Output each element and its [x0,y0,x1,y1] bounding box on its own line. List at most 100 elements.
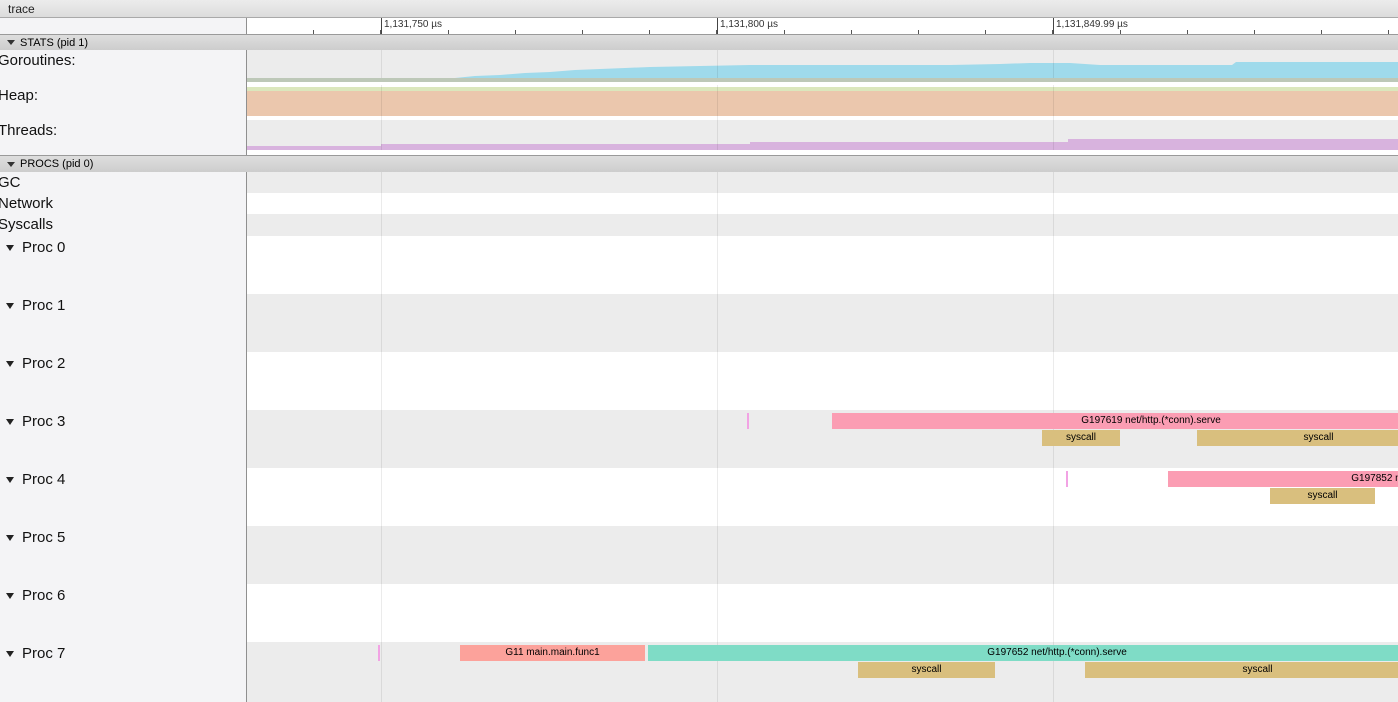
span-bar[interactable]: syscall [1270,488,1375,504]
section-header-procs[interactable]: PROCS (pid 0) [0,155,1398,172]
gridline [381,85,382,120]
ruler-tick-label: 1,131,750 µs [384,19,442,30]
gridline [1053,120,1054,150]
track-row-label-syscalls: Syscalls [0,214,246,236]
gridline [717,526,718,584]
collapse-triangle-icon[interactable] [6,303,14,309]
span-bar[interactable]: syscall [1085,662,1398,678]
collapse-triangle-icon[interactable] [6,245,14,251]
threads-step [1068,139,1398,150]
track-area-proc2[interactable] [246,352,1398,410]
track-row-label-proc4[interactable]: Proc 4 [0,468,246,526]
gridline [381,120,382,150]
track-area-syscalls[interactable] [246,214,1398,236]
track-row-label-proc6[interactable]: Proc 6 [0,584,246,642]
gridline [717,193,718,214]
span-bar[interactable]: syscall [858,662,995,678]
gridline [381,642,382,702]
span-bar[interactable]: syscall [1197,430,1398,446]
collapse-triangle-icon[interactable] [7,162,15,167]
track-label-text: GC [0,174,21,191]
gridline [1053,352,1054,410]
track-row-label-proc7[interactable]: Proc 7 [0,642,246,702]
track-label-text: Network [0,195,53,212]
track-row-label-proc3[interactable]: Proc 3 [0,410,246,468]
span-label: syscall [1303,430,1333,446]
track-label-text: Proc 7 [22,645,65,662]
gridline [1053,50,1054,78]
track-area-proc7[interactable]: G11 main.main.func1 G197652 net/http.(*co… [246,642,1398,702]
ruler-tick-label: 1,131,800 µs [720,19,778,30]
collapse-triangle-icon[interactable] [6,477,14,483]
gridline [381,50,382,78]
track-area-proc6[interactable] [246,584,1398,642]
track-row-label-gc: GC [0,172,246,193]
stat-row-label-threads: Threads: [0,120,246,155]
gridline [1053,526,1054,584]
gridline [1053,468,1054,526]
gridline [717,584,718,642]
track-area-gc[interactable] [246,172,1398,193]
ruler-major-tick [717,18,718,34]
gridline [381,410,382,468]
collapse-triangle-icon[interactable] [7,40,15,45]
track-label-text: Proc 4 [22,471,65,488]
track-area-proc1[interactable] [246,294,1398,352]
gridline [381,584,382,642]
trace-viewer-window: trace 1,131,750 µs 1,131,800 µs 1,131,849.… [0,0,1398,702]
ruler-major-tick [381,18,382,34]
threads-step [750,142,1068,150]
stat-chart-threads[interactable] [246,120,1398,155]
window-titlebar: trace [0,0,1398,18]
stat-row-label-heap: Heap: [0,85,246,120]
section-header-stats[interactable]: STATS (pid 1) [0,34,1398,50]
span-bar[interactable]: syscall [1042,430,1120,446]
heap-band-allocated [246,91,1398,116]
collapse-triangle-icon[interactable] [6,593,14,599]
collapse-triangle-icon[interactable] [6,419,14,425]
gridline [381,294,382,352]
instant-event-marker[interactable] [1066,471,1068,487]
span-label: syscall [1307,488,1337,504]
stat-label-text: Threads: [0,122,57,139]
span-bar[interactable]: G197852 net/http.(*conn).serve [1168,471,1398,487]
track-row-label-proc2[interactable]: Proc 2 [0,352,246,410]
stat-chart-goroutines[interactable] [246,50,1398,85]
span-bar[interactable]: G11 main.main.func1 [460,645,645,661]
track-area-proc3[interactable]: G197619 net/http.(*conn).servesyscall sys… [246,410,1398,468]
gridline [717,50,718,78]
gridline [717,85,718,120]
track-row-label-network: Network [0,193,246,214]
instant-event-marker[interactable] [378,645,380,661]
goroutines-area-chart [246,50,1398,78]
span-bar[interactable]: G197619 net/http.(*conn).serve [832,413,1398,429]
track-area-proc4[interactable]: G197852 net/http.(*conn).serve syscall [246,468,1398,526]
track-row-label-proc5[interactable]: Proc 5 [0,526,246,584]
collapse-triangle-icon[interactable] [6,535,14,541]
gridline [1053,214,1054,236]
gridline [381,526,382,584]
track-area-network[interactable] [246,193,1398,214]
gridline [1053,85,1054,120]
track-area-proc0[interactable] [246,236,1398,294]
track-row-label-proc0[interactable]: Proc 0 [0,236,246,294]
track-row-label-proc1[interactable]: Proc 1 [0,294,246,352]
collapse-triangle-icon[interactable] [6,651,14,657]
span-label: G197852 net/http.(*conn).serve [1351,471,1398,487]
stat-label-text: Goroutines: [0,52,76,69]
gridline [381,352,382,410]
ruler-tick-label: 1,131,849.99 µs [1056,19,1128,30]
section-header-label: PROCS (pid 0) [20,158,93,170]
span-bar[interactable]: G197652 net/http.(*conn).serve [648,645,1398,661]
span-label: G11 main.main.func1 [505,645,599,661]
threads-step [381,144,750,150]
track-area-proc5[interactable] [246,526,1398,584]
threads-step [246,146,381,150]
instant-event-marker[interactable] [747,413,749,429]
track-label-text: Syscalls [0,216,53,233]
timeline-ruler[interactable]: 1,131,750 µs 1,131,800 µs 1,131,849.99 µs [246,18,1398,34]
stat-chart-heap[interactable] [246,85,1398,120]
label-column-divider [246,18,247,702]
collapse-triangle-icon[interactable] [6,361,14,367]
gridline [717,214,718,236]
